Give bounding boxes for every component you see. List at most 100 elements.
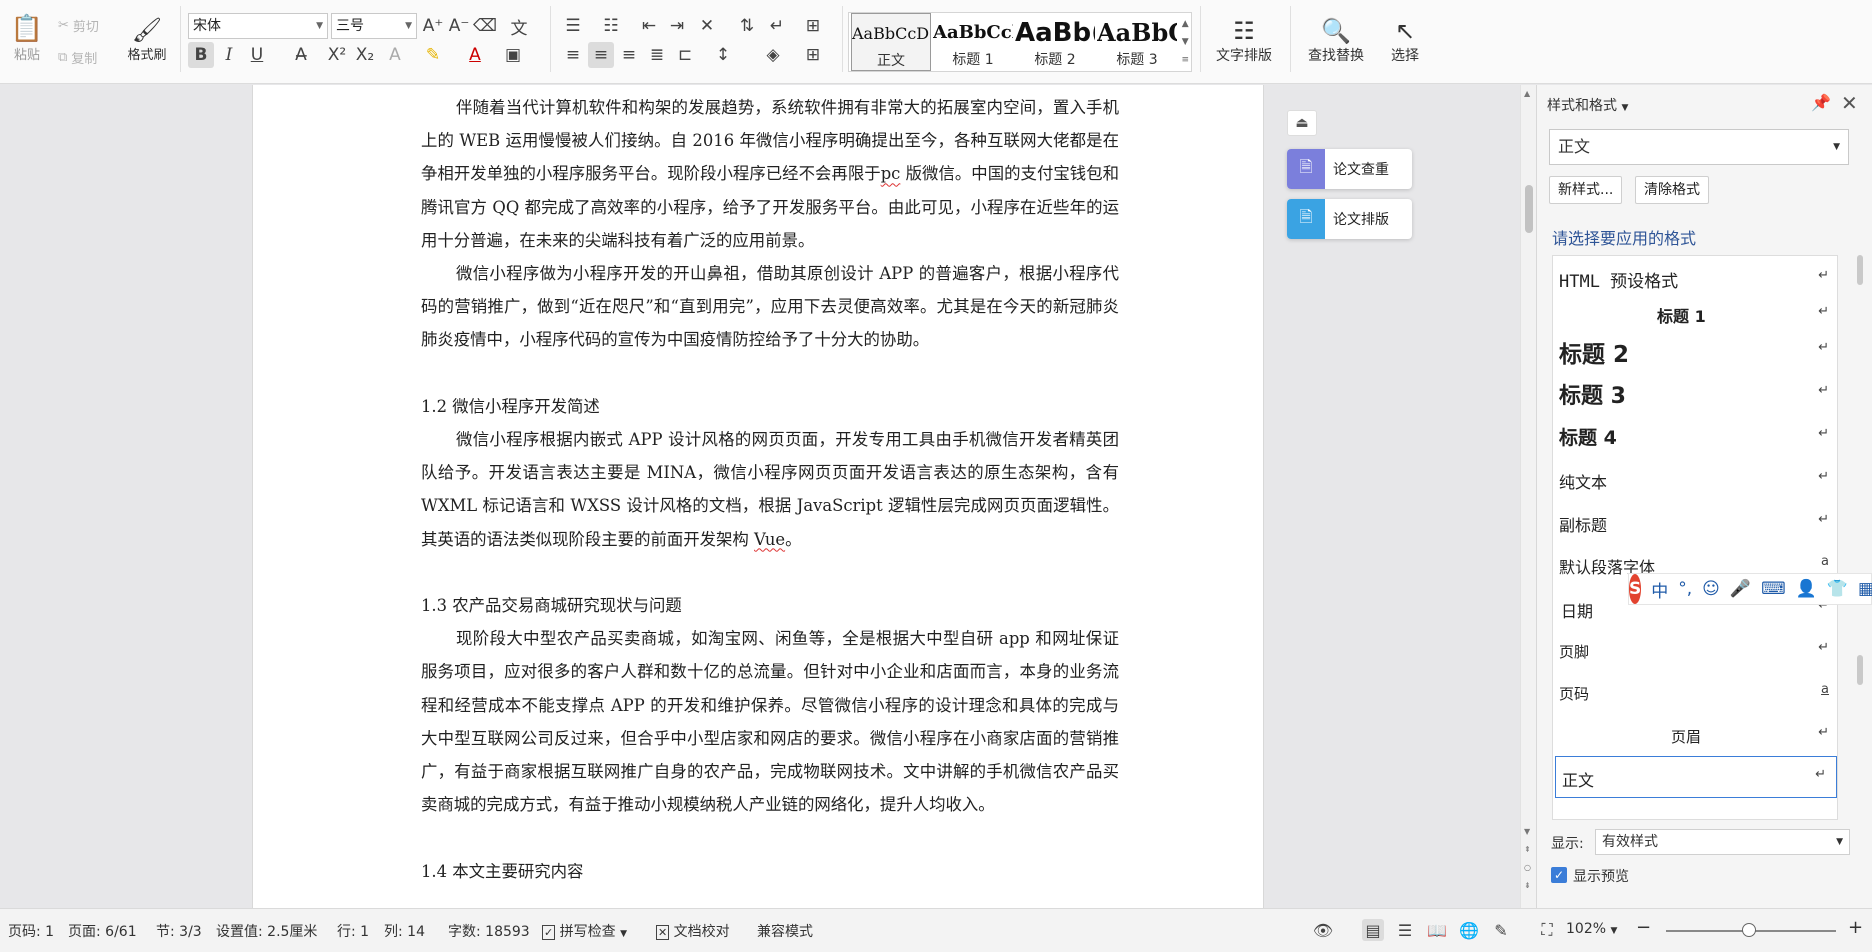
reading-view-icon[interactable]: 📖 xyxy=(1426,919,1448,941)
scrollbar-thumb[interactable] xyxy=(1525,185,1533,233)
chinese-layout-icon[interactable]: ✕ xyxy=(694,13,720,39)
collapse-panel-button[interactable]: ⏏ xyxy=(1287,110,1317,136)
doc-proof-button[interactable]: ✕ 文档校对 xyxy=(656,921,730,941)
style-heading-3[interactable]: AaBbC 标题 3 xyxy=(1097,13,1177,71)
punctuation-icon[interactable]: °, xyxy=(1678,579,1692,599)
style-item[interactable]: 副标题 ↵ xyxy=(1553,501,1837,543)
emoji-icon[interactable]: ☺ xyxy=(1702,579,1720,599)
write-view-icon[interactable]: ✎ xyxy=(1490,919,1512,941)
numbered-list-icon[interactable]: ☷ xyxy=(598,13,624,39)
bold-icon[interactable]: B xyxy=(188,42,214,68)
paste-button[interactable]: 📋 粘贴 xyxy=(6,6,48,70)
ime-toolbar[interactable]: S 中 °, ☺ 🎤 ⌨ 👤 👕 ▦ xyxy=(1628,573,1872,605)
char-border-icon[interactable]: ▣ xyxy=(500,42,526,68)
borders-icon[interactable]: ⊞ xyxy=(800,42,826,68)
shading-icon[interactable]: ◈ xyxy=(760,42,786,68)
zoom-slider-thumb[interactable] xyxy=(1742,923,1756,937)
style-item[interactable]: 标题 2 ↵ xyxy=(1553,329,1837,371)
skin-icon[interactable]: 👕 xyxy=(1827,579,1848,599)
style-item[interactable]: 页眉 ↵ xyxy=(1553,714,1837,756)
decrease-font-icon[interactable]: A⁻ xyxy=(446,13,472,39)
highlight-icon[interactable]: ✎ xyxy=(420,42,446,68)
font-size-select[interactable]: 三号 ▼ xyxy=(331,13,417,39)
font-name-select[interactable]: 宋体 ▼ xyxy=(188,13,328,39)
outline-view-icon[interactable]: ☰ xyxy=(1394,919,1416,941)
underline-icon[interactable]: U xyxy=(244,42,270,68)
show-marks-icon[interactable]: ↵ xyxy=(764,13,790,39)
copy-button[interactable]: ⧉ 复制 xyxy=(58,46,97,68)
fit-page-icon[interactable]: ⛶ xyxy=(1536,919,1558,941)
line-spacing-icon[interactable]: ↕ xyxy=(710,42,736,68)
zoom-level[interactable]: 102% ▼ xyxy=(1566,921,1617,937)
word-count[interactable]: 字数: 18593 xyxy=(448,921,530,941)
italic-icon[interactable]: I xyxy=(216,42,242,68)
style-normal[interactable]: AaBbCcDc 正文 xyxy=(851,13,931,71)
sort-icon[interactable]: ⇅ xyxy=(734,13,760,39)
find-replace-button[interactable]: 🔍 查找替换 xyxy=(1298,10,1374,72)
align-left-icon[interactable]: ≡ xyxy=(560,42,586,68)
close-icon[interactable]: ✕ xyxy=(1841,91,1858,115)
setting-value[interactable]: 设置值: 2.5厘米 xyxy=(216,921,317,941)
thesis-format-button[interactable]: 🗎 论文排版 xyxy=(1287,199,1412,239)
section-indicator[interactable]: 节: 3/3 xyxy=(156,921,202,941)
increase-font-icon[interactable]: A⁺ xyxy=(420,13,446,39)
style-item[interactable]: 页码 a xyxy=(1553,671,1837,713)
increase-indent-icon[interactable]: ⇥ xyxy=(664,13,690,39)
clear-format-button[interactable]: 清除格式 xyxy=(1635,176,1709,204)
text-effect-icon[interactable]: A xyxy=(382,42,408,68)
font-color-icon[interactable]: A xyxy=(462,42,488,68)
new-style-button[interactable]: 新样式... xyxy=(1549,176,1623,204)
scroll-down-icon[interactable]: ▼ xyxy=(1524,827,1530,836)
style-item[interactable]: 标题 4 ↵ xyxy=(1553,415,1837,457)
microphone-icon[interactable]: 🎤 xyxy=(1730,579,1751,599)
phonetic-guide-icon[interactable]: 文 xyxy=(506,13,532,39)
user-icon[interactable]: 👤 xyxy=(1796,579,1817,599)
bullet-list-icon[interactable]: ☰ xyxy=(560,13,586,39)
style-item[interactable]: 标题 3 ↵ xyxy=(1553,372,1837,414)
format-painter-button[interactable]: 🖌 格式刷 xyxy=(122,8,172,70)
style-list-scrollbar[interactable] xyxy=(1855,175,1865,895)
style-item-selected[interactable]: 正文 ↵ xyxy=(1555,756,1837,798)
justify-icon[interactable]: ≣ xyxy=(644,42,670,68)
select-browse-icon[interactable]: ○ xyxy=(1524,863,1531,872)
text-layout-button[interactable]: ☷ 文字排版 xyxy=(1206,10,1282,72)
style-item[interactable]: HTML 预设格式 ↵ xyxy=(1553,256,1837,298)
show-filter-select[interactable]: 有效样式 ▼ xyxy=(1595,829,1850,855)
style-list[interactable]: HTML 预设格式 ↵ 标题 1 ↵ 标题 2 ↵ 标题 3 ↵ 标题 4 ↵ 纯文本 ↵ … xyxy=(1552,255,1838,820)
show-preview-checkbox[interactable]: ✓ xyxy=(1551,867,1567,883)
zoom-in-icon[interactable]: + xyxy=(1848,917,1863,938)
pin-icon[interactable]: 📌 xyxy=(1811,93,1831,112)
cut-button[interactable]: ✂ 剪切 xyxy=(58,14,99,36)
zoom-out-icon[interactable]: − xyxy=(1636,917,1651,938)
eye-protection-icon[interactable]: 👁 xyxy=(1312,919,1334,941)
select-button[interactable]: ↖ 选择 xyxy=(1380,10,1430,72)
strikethrough-icon[interactable]: A̶ xyxy=(288,42,314,68)
align-center-icon[interactable]: ≡ xyxy=(588,42,614,68)
page-view-icon[interactable]: ▤ xyxy=(1362,919,1384,941)
page-count[interactable]: 页面: 6/61 xyxy=(68,921,137,941)
scroll-up-icon[interactable]: ▲ xyxy=(1524,89,1530,98)
style-heading-1[interactable]: AaBbCcl 标题 1 xyxy=(933,13,1013,71)
gallery-scroll[interactable]: ▲ ▼ ≡ xyxy=(1181,15,1189,69)
sogou-logo-icon[interactable]: S xyxy=(1629,574,1642,604)
ime-mode[interactable]: 中 xyxy=(1651,577,1668,602)
subscript-icon[interactable]: X₂ xyxy=(352,42,378,68)
style-heading-2[interactable]: AaBb( 标题 2 xyxy=(1015,13,1095,71)
tab-ruler-icon[interactable]: ⊞ xyxy=(800,13,826,39)
page-code[interactable]: 页码: 1 xyxy=(8,921,54,941)
prev-page-icon[interactable]: ⇞ xyxy=(1524,845,1531,854)
document-text[interactable]: 伴随着当代计算机软件和构架的发展趋势，系统软件拥有非常大的拓展室内空间，置入手机… xyxy=(421,91,1119,888)
distribute-icon[interactable]: ⊏ xyxy=(672,42,698,68)
grid-menu-icon[interactable]: ▦ xyxy=(1858,579,1872,599)
clear-format-icon[interactable]: ⌫ xyxy=(472,13,498,39)
thesis-check-button[interactable]: 🗎 论文查重 xyxy=(1287,149,1412,189)
spell-check-button[interactable]: ✓ 拼写检查 ▼ xyxy=(542,921,627,941)
style-item[interactable]: 纯文本 ↵ xyxy=(1553,458,1837,500)
current-style-select[interactable]: 正文 ▼ xyxy=(1549,129,1849,165)
style-item[interactable]: 页脚 ↵ xyxy=(1553,629,1837,671)
web-view-icon[interactable]: 🌐 xyxy=(1458,919,1480,941)
next-page-icon[interactable]: ⇟ xyxy=(1524,881,1531,890)
document-scrollbar[interactable]: ▲ ▼ ⇞ ○ ⇟ xyxy=(1520,85,1536,908)
align-right-icon[interactable]: ≡ xyxy=(616,42,642,68)
keyboard-icon[interactable]: ⌨ xyxy=(1761,579,1786,599)
